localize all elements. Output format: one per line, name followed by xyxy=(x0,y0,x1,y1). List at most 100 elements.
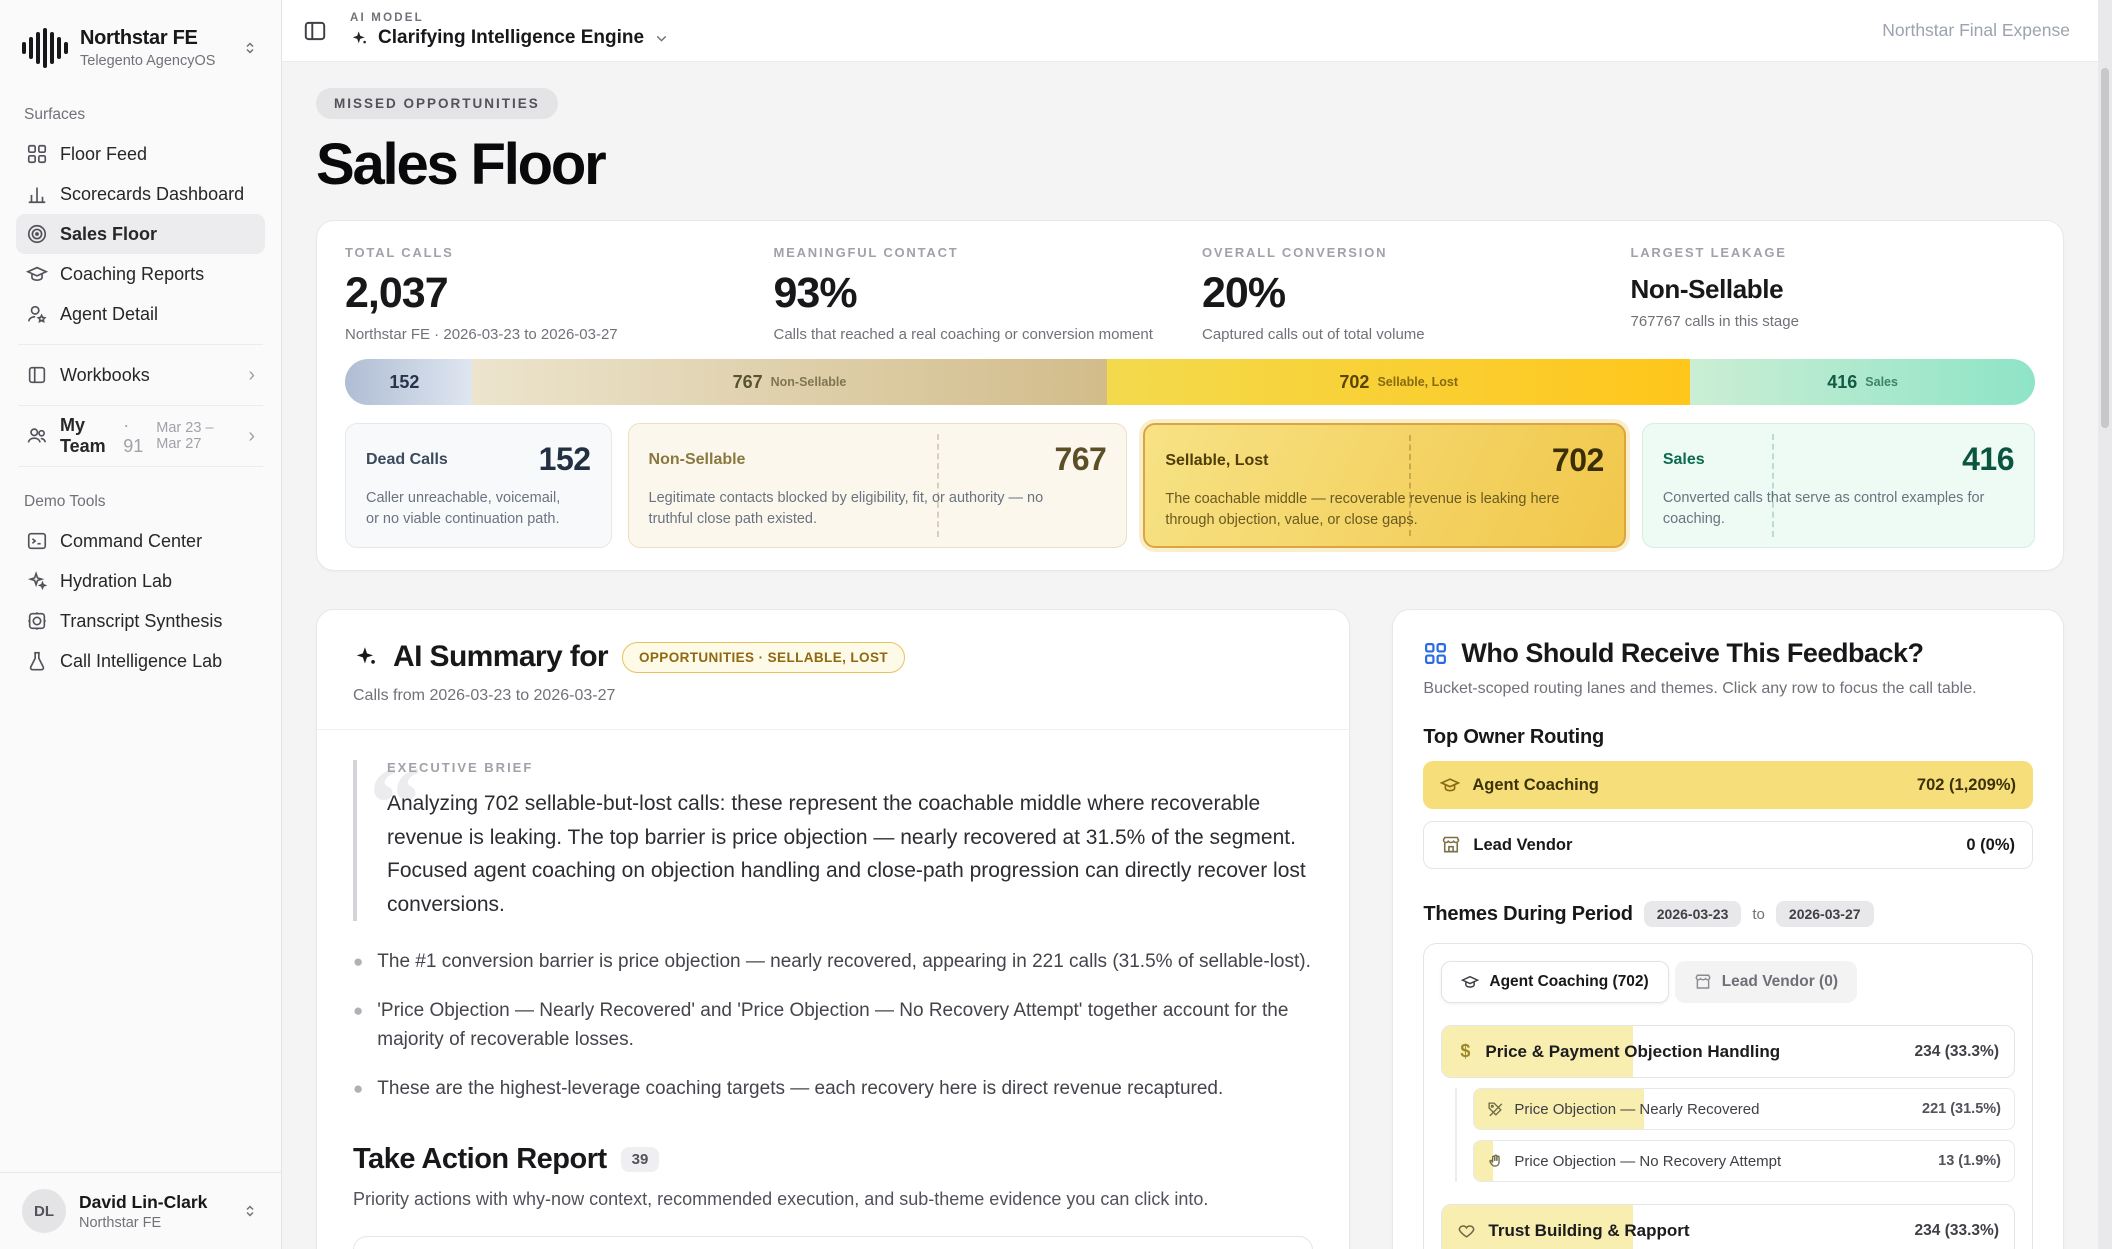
themes-title: Themes During Period xyxy=(1423,903,1632,926)
sidebar-item-coaching-reports[interactable]: Coaching Reports xyxy=(16,254,265,294)
bullet-dot-icon: ● xyxy=(353,998,363,1055)
action-item-card[interactable]: 1. Price & Payment Objection Handling Wh… xyxy=(353,1236,1313,1249)
bucket-card-sellable-lost-selected[interactable]: Sellable, Lost702 The coachable middle —… xyxy=(1143,423,1625,548)
sidebar-item-sales-floor[interactable]: Sales Floor xyxy=(16,214,265,254)
sidebar-item-workbooks[interactable]: Workbooks › xyxy=(16,355,265,395)
graduation-cap-icon xyxy=(26,263,48,285)
bucket-card-dead-calls[interactable]: Dead Calls152 Caller unreachable, voicem… xyxy=(345,423,612,548)
brief-text: Analyzing 702 sellable-but-lost calls: t… xyxy=(387,787,1313,921)
funnel-value: 702 xyxy=(1339,372,1369,393)
funnel-label: Sales xyxy=(1865,375,1898,389)
take-action-count-badge: 39 xyxy=(621,1147,660,1172)
ai-summary-subtitle: Calls from 2026-03-23 to 2026-03-27 xyxy=(353,687,1313,705)
sidebar: Northstar FE Telegento AgencyOS Surfaces… xyxy=(0,0,282,1249)
ai-summary-title: AI Summary for xyxy=(393,640,608,674)
funnel-segment-sellable-lost[interactable]: 702 Sellable, Lost xyxy=(1107,359,1690,405)
bucket-name: Dead Calls xyxy=(366,451,448,469)
workspace-switcher[interactable]: Northstar FE Telegento AgencyOS xyxy=(16,22,265,80)
stat-value: Non-Sellable xyxy=(1631,274,2036,305)
avatar: DL xyxy=(22,1189,66,1233)
stat-value: 20% xyxy=(1202,269,1607,318)
model-selector[interactable]: Clarifying Intelligence Engine xyxy=(350,27,670,49)
date-from-badge: 2026-03-23 xyxy=(1644,901,1742,927)
bucket-desc: Converted calls that serve as control ex… xyxy=(1663,488,1986,530)
sidebar-item-floor-feed[interactable]: Floor Feed xyxy=(16,134,265,174)
funnel-label: Non-Sellable xyxy=(771,375,847,389)
funnel-segment-sales[interactable]: 416 Sales xyxy=(1690,359,2035,405)
theme-row[interactable]: Trust Building & Rapport 234 (33.3%) xyxy=(1441,1204,2015,1249)
funnel-segment-dead-calls[interactable]: 152 xyxy=(345,359,472,405)
themes-card: Agent Coaching (702) Lead Vendor (0) $ P… xyxy=(1423,943,2033,1249)
sub-theme-row[interactable]: Price Objection — Nearly Recovered 221 (… xyxy=(1473,1088,2015,1130)
tab-agent-coaching[interactable]: Agent Coaching (702) xyxy=(1441,961,1668,1003)
sidebar-section-demo-tools: Demo Tools xyxy=(24,493,257,511)
owner-value: 702 (1,209%) xyxy=(1917,776,2016,795)
sparkle-icon xyxy=(350,29,369,48)
waveform-logo-icon xyxy=(22,26,68,70)
sub-theme-name: Price Objection — No Recovery Attempt xyxy=(1514,1153,1781,1170)
storefront-icon xyxy=(1694,973,1712,991)
routing-subtitle: Bucket-scoped routing lanes and themes. … xyxy=(1423,680,2033,698)
chevron-right-icon: › xyxy=(248,426,255,446)
layout-grid-icon xyxy=(1423,641,1448,666)
owner-value: 0 (0%) xyxy=(1966,836,2015,855)
hand-icon xyxy=(1487,1153,1504,1170)
tab-lead-vendor[interactable]: Lead Vendor (0) xyxy=(1675,961,1857,1003)
sidebar-item-command-center[interactable]: Command Center xyxy=(16,521,265,561)
sidebar-item-hydration-lab[interactable]: Hydration Lab xyxy=(16,561,265,601)
sidebar-item-call-intelligence-lab[interactable]: Call Intelligence Lab xyxy=(16,641,265,681)
funnel-value: 767 xyxy=(733,372,763,393)
insight-bullets: ● The #1 conversion barrier is price obje… xyxy=(353,947,1313,1103)
routing-panel: Who Should Receive This Feedback? Bucket… xyxy=(1392,609,2064,1249)
stat-label: LARGEST LEAKAGE xyxy=(1631,245,2036,260)
terminal-icon xyxy=(26,530,48,552)
chevrons-up-down-icon xyxy=(241,1202,259,1220)
bucket-divider xyxy=(1772,434,1774,537)
user-name: David Lin-Clark xyxy=(79,1192,207,1213)
org-name: Northstar Final Expense xyxy=(1882,20,2070,41)
sidebar-item-my-team[interactable]: My Team · 91 Mar 23 – Mar 27 › xyxy=(16,416,265,456)
sidebar-item-agent-detail[interactable]: Agent Detail xyxy=(16,294,265,334)
insight-bullet: ●These are the highest-leverage coaching… xyxy=(353,1074,1313,1103)
bucket-divider xyxy=(937,434,939,537)
bucket-card-non-sellable[interactable]: Non-Sellable767 Legitimate contacts bloc… xyxy=(628,423,1128,548)
sidebar-item-scorecards-dashboard[interactable]: Scorecards Dashboard xyxy=(16,174,265,214)
owner-row-lead-vendor[interactable]: Lead Vendor 0 (0%) xyxy=(1423,821,2033,869)
ai-summary-panel: AI Summary for OPPORTUNITIES · SELLABLE,… xyxy=(316,609,1350,1249)
sub-theme-list: Price Objection — Nearly Recovered 221 (… xyxy=(1455,1088,2015,1182)
panel-left-toggle-icon[interactable] xyxy=(302,18,328,44)
sub-theme-row[interactable]: Price Objection — No Recovery Attempt 13… xyxy=(1473,1140,2015,1182)
sidebar-item-transcript-synthesis[interactable]: Transcript Synthesis xyxy=(16,601,265,641)
bucket-desc: The coachable middle — recoverable reven… xyxy=(1165,489,1568,531)
routing-title: Who Should Receive This Feedback? xyxy=(1461,638,1923,669)
bullet-text: 'Price Objection — Nearly Recovered' and… xyxy=(377,996,1313,1055)
funnel-segment-non-sellable[interactable]: 767 Non-Sellable xyxy=(472,359,1107,405)
bucket-card-sales[interactable]: Sales 416 Converted calls that serve as c… xyxy=(1642,423,2035,548)
tag-off-icon xyxy=(1487,1101,1504,1118)
tab-label: Lead Vendor (0) xyxy=(1722,973,1838,991)
theme-row[interactable]: $ Price & Payment Objection Handling 234… xyxy=(1441,1025,2015,1078)
sidebar-item-label: Sales Floor xyxy=(60,224,157,245)
scrollbar-thumb[interactable] xyxy=(2101,68,2109,428)
users-icon xyxy=(26,425,48,447)
funnel-bar: 152 767 Non-Sellable 702 Sellable, Lost … xyxy=(345,359,2035,405)
chevron-right-icon: › xyxy=(248,365,255,385)
dollar-icon: $ xyxy=(1457,1041,1473,1062)
divider xyxy=(18,466,263,467)
owner-row-agent-coaching[interactable]: Agent Coaching 702 (1,209%) xyxy=(1423,761,2033,809)
user-menu[interactable]: DL David Lin-Clark Northstar FE xyxy=(0,1172,281,1249)
bucket-count: 416 xyxy=(1962,441,2014,478)
stat-label: TOTAL CALLS xyxy=(345,245,750,260)
theme-name: Price & Payment Objection Handling xyxy=(1485,1042,1780,1062)
scrollbar-track xyxy=(2098,0,2112,1249)
bucket-name: Sales xyxy=(1663,451,1705,469)
executive-brief: “ EXECUTIVE BRIEF Analyzing 702 sellable… xyxy=(353,760,1313,921)
stat-largest-leakage: LARGEST LEAKAGE Non-Sellable 767767 call… xyxy=(1631,245,2036,343)
bullet-text: The #1 conversion barrier is price objec… xyxy=(377,947,1311,976)
stat-value: 2,037 xyxy=(345,269,750,318)
insight-bullet: ●The #1 conversion barrier is price obje… xyxy=(353,947,1313,976)
overview-card: TOTAL CALLS 2,037 Northstar FE · 2026-03… xyxy=(316,220,2064,571)
funnel-label: Sellable, Lost xyxy=(1377,375,1458,389)
bucket-count: 702 xyxy=(1552,442,1604,479)
stat-sub: Calls that reached a real coaching or co… xyxy=(774,326,1179,343)
